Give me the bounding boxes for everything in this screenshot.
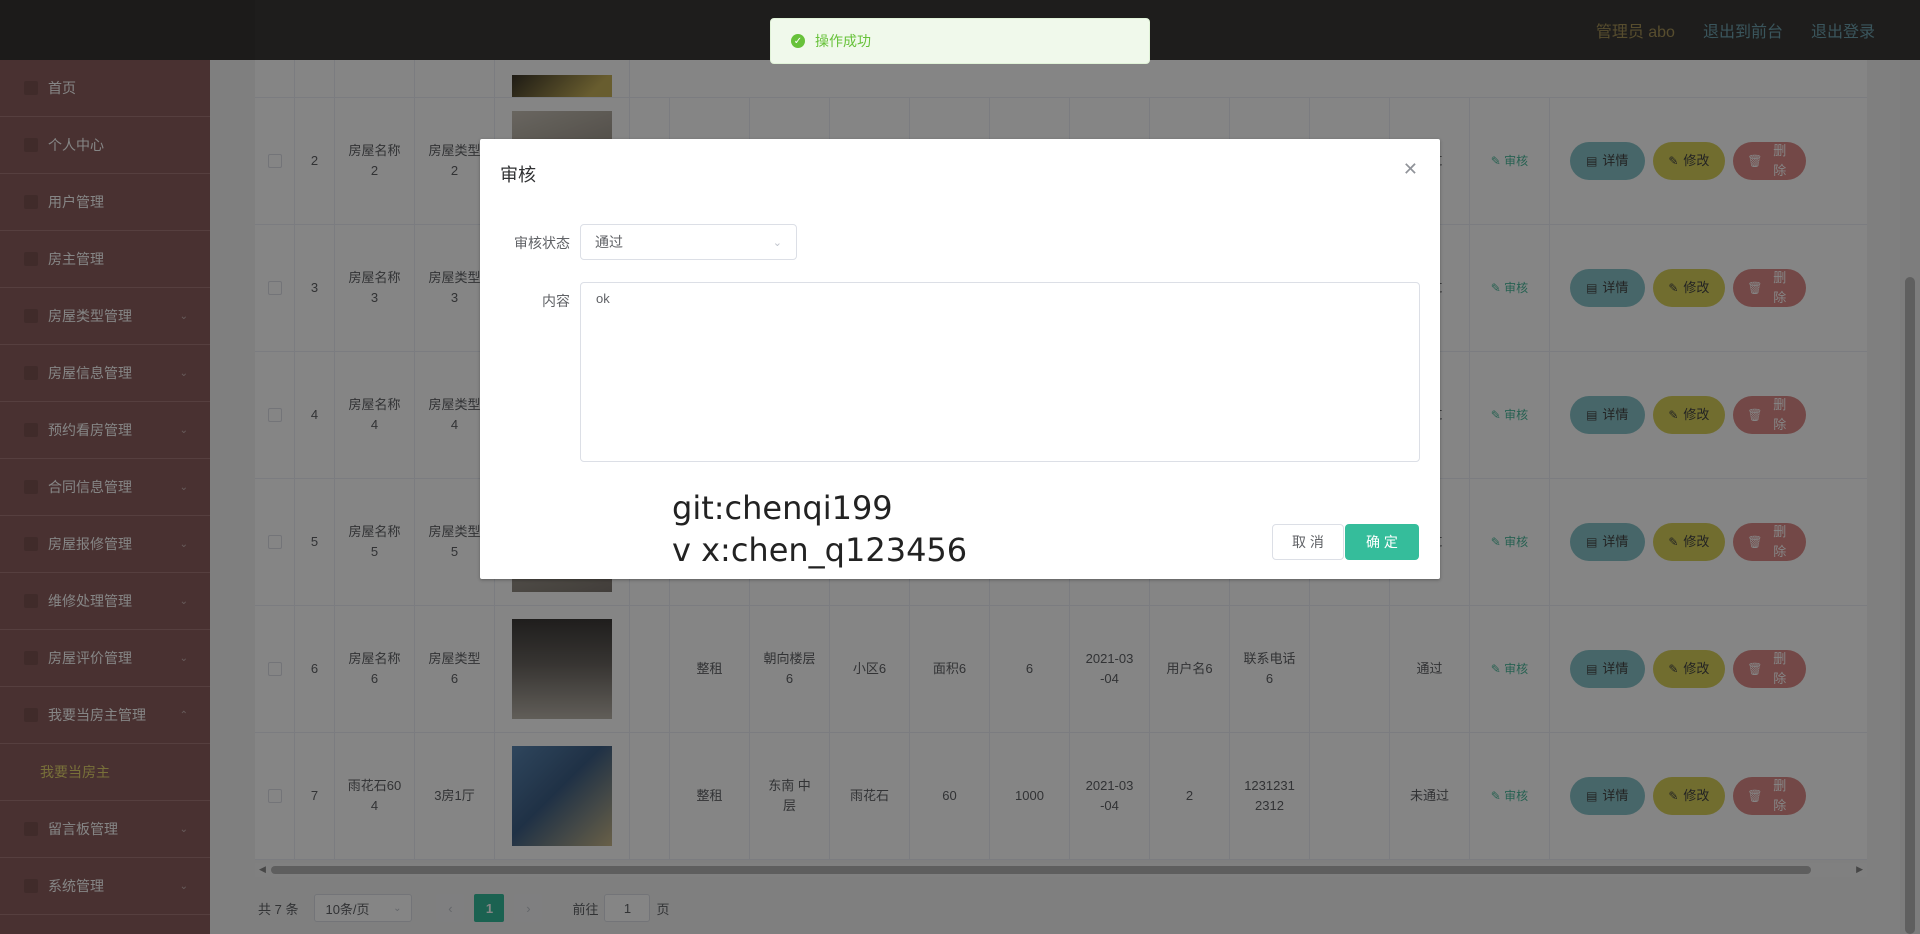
check-circle-icon: ✓ [791, 34, 805, 48]
success-toast: ✓ 操作成功 [770, 18, 1150, 64]
status-label: 审核状态 [514, 235, 570, 251]
audit-status-select[interactable]: 通过 ⌄ [580, 224, 797, 260]
toast-message: 操作成功 [815, 33, 871, 49]
content-label: 内容 [542, 293, 570, 309]
audit-status-value: 通过 [595, 234, 623, 250]
audit-dialog: 审核 ✕ 审核状态 通过 ⌄ 内容 ok git:chenqi199 v x:c… [480, 139, 1440, 579]
dialog-title: 审核 [500, 165, 536, 185]
content-textarea[interactable]: ok [580, 282, 1420, 462]
watermark-line: git:chenqi199 [672, 489, 893, 527]
cancel-button[interactable]: 取 消 [1272, 524, 1344, 560]
watermark-line: v x:chen_q123456 [672, 531, 968, 569]
close-icon[interactable]: ✕ [1403, 159, 1418, 180]
watermark-text: git:chenqi199 v x:chen_q123456 [672, 487, 967, 571]
confirm-button[interactable]: 确 定 [1345, 524, 1419, 560]
chevron-down-icon: ⌄ [772, 236, 782, 249]
